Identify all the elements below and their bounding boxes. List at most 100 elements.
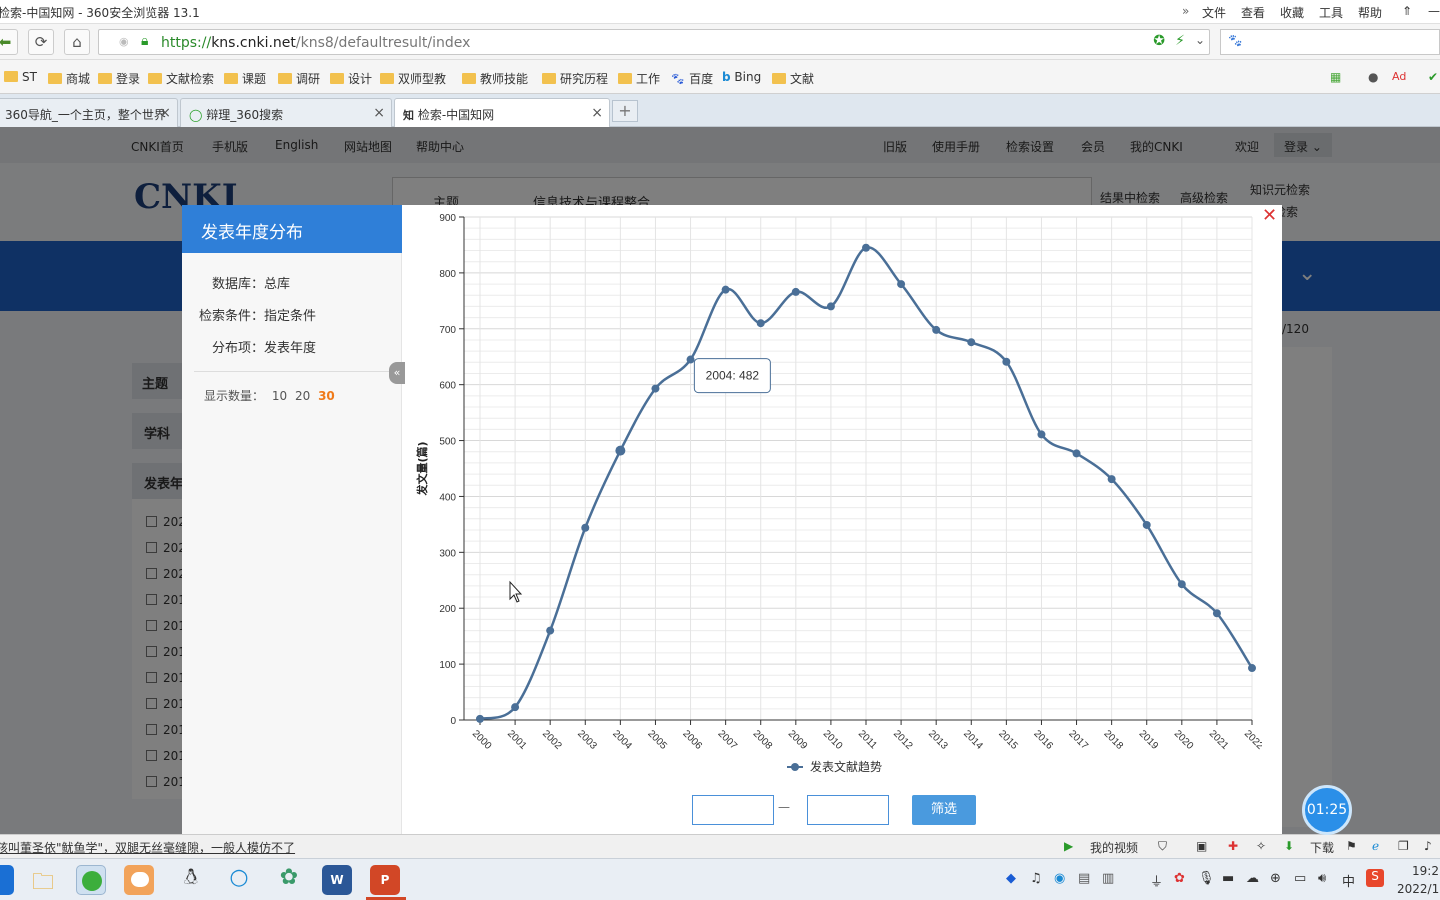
- refresh-button[interactable]: ⟳: [28, 29, 54, 55]
- my-video-link[interactable]: 我的视频: [1090, 839, 1138, 856]
- data-point: [1072, 449, 1081, 458]
- download-icon[interactable]: ⬇: [1284, 839, 1294, 853]
- sogou-icon[interactable]: S: [1366, 869, 1384, 887]
- tray-icon[interactable]: ◉: [1054, 871, 1065, 886]
- ime-icon[interactable]: 中: [1342, 871, 1355, 890]
- 360browser-icon[interactable]: [76, 865, 106, 895]
- menu-favorites[interactable]: 收藏: [1280, 4, 1304, 21]
- pdf-icon[interactable]: Ad: [1392, 70, 1406, 83]
- more-icon[interactable]: »: [1182, 4, 1189, 18]
- powerpoint-icon[interactable]: P: [370, 865, 400, 895]
- tab-cnki[interactable]: 知 检索-中国知网 ×: [394, 98, 610, 127]
- condition-row: 检索条件：指定条件: [198, 309, 317, 324]
- bookmark-item[interactable]: 调研: [278, 70, 320, 87]
- image-icon[interactable]: ▣: [1196, 839, 1207, 853]
- qq-icon[interactable]: 🐧︎: [176, 865, 206, 895]
- pin-icon[interactable]: ⇑: [1402, 4, 1412, 18]
- tools-icon[interactable]: ✧: [1256, 839, 1266, 853]
- apps-icon[interactable]: ▦: [1330, 70, 1341, 84]
- url-text[interactable]: https://kns.cnki.net/kns8/defaultresult/…: [161, 35, 470, 51]
- shield-icon[interactable]: ⛉: [1158, 839, 1167, 854]
- tiktok-icon[interactable]: ♫: [1030, 871, 1042, 886]
- tab-360nav[interactable]: 360导航_一个主页，整个世界 ×: [0, 98, 178, 127]
- monitor-icon[interactable]: ▭: [1294, 871, 1306, 886]
- bookmark-item[interactable]: 🐾︎ 百度: [670, 70, 713, 87]
- data-point: [897, 280, 906, 289]
- ie-icon[interactable]: ℯ: [1372, 839, 1379, 853]
- menu-tools[interactable]: 工具: [1319, 4, 1343, 21]
- speed-icon[interactable]: ⚡: [1175, 33, 1185, 49]
- filter-button[interactable]: 筛选: [912, 795, 976, 825]
- app-icon[interactable]: ✿: [274, 865, 304, 895]
- search-input[interactable]: 🐾︎: [1220, 29, 1440, 55]
- clock-time[interactable]: 19:2: [1412, 864, 1439, 878]
- close-icon[interactable]: ✕: [1262, 205, 1277, 226]
- speaker-icon[interactable]: ♪: [1424, 839, 1432, 853]
- flag-icon[interactable]: ⚑: [1346, 839, 1357, 853]
- end-year-input[interactable]: [807, 795, 889, 825]
- usb-icon[interactable]: ⏚: [1150, 871, 1163, 890]
- network-icon[interactable]: ⊕: [1270, 871, 1281, 886]
- plus-icon[interactable]: ✚: [1228, 839, 1238, 853]
- bookmark-item[interactable]: 课题: [224, 70, 266, 87]
- bookmark-item[interactable]: 教师技能: [462, 70, 528, 87]
- new-tab-button[interactable]: +: [612, 100, 638, 122]
- count-option-10[interactable]: 10: [272, 389, 287, 403]
- url-bar[interactable]: ◉ 🔒︎ https://kns.cnki.net/kns8/defaultre…: [98, 29, 1210, 55]
- clock-date[interactable]: 2022/1: [1397, 882, 1439, 896]
- cloud-icon[interactable]: ☁: [1246, 871, 1259, 886]
- bookmark-item[interactable]: ST: [4, 70, 37, 84]
- check-icon[interactable]: ✔: [1428, 70, 1438, 84]
- close-tab-icon[interactable]: ×: [159, 105, 171, 121]
- y-tick-label: 300: [439, 548, 456, 559]
- file-explorer-icon[interactable]: 🗀︎: [28, 865, 58, 895]
- start-year-input[interactable]: [692, 795, 774, 825]
- tray-icon[interactable]: ◆: [1006, 871, 1016, 886]
- x-tick-label: 2012: [891, 728, 915, 752]
- recording-timer[interactable]: 01:25: [1302, 785, 1352, 835]
- window-icon[interactable]: ❐: [1398, 839, 1409, 853]
- security-icon[interactable]: ✪: [1153, 33, 1165, 49]
- search-icon[interactable]: ○: [224, 865, 254, 895]
- x-tick-label: 2016: [1031, 728, 1055, 752]
- cnki-favicon: 知: [403, 109, 414, 122]
- menu-view[interactable]: 查看: [1241, 4, 1265, 21]
- home-button[interactable]: ⌂: [64, 29, 90, 55]
- count-option-30[interactable]: 30: [318, 389, 335, 403]
- tab-360search[interactable]: ◯ 辩理_360搜索 ×: [180, 98, 392, 127]
- minimize-icon[interactable]: —: [1428, 4, 1440, 18]
- distribution-item-row: 分布项：发表年度: [211, 341, 317, 356]
- bookmark-item[interactable]: 研究历程: [542, 70, 608, 87]
- close-tab-icon[interactable]: ×: [373, 105, 385, 121]
- bookmark-item[interactable]: 设计: [330, 70, 372, 87]
- tray-icon[interactable]: ▤: [1078, 871, 1090, 886]
- download-link[interactable]: 下载: [1310, 839, 1334, 856]
- bookmark-item[interactable]: b Bing: [722, 70, 761, 84]
- x-tick-label: 2011: [856, 728, 879, 751]
- windows-taskbar: 🗀︎ 🐧︎ ○ ✿ W P ◆ ♫ ◉ ▤ ▥ ⏚ ✿ 🎙︎ ▬ ☁ ⊕ ▭ 🔊…: [0, 858, 1440, 900]
- bookmark-item[interactable]: 文献检索: [148, 70, 214, 87]
- close-tab-icon[interactable]: ×: [591, 105, 603, 121]
- bookmark-item[interactable]: 文献: [772, 70, 814, 87]
- folder-icon: [48, 73, 62, 84]
- bookmark-item[interactable]: 商城: [48, 70, 90, 87]
- extension-icon[interactable]: ●: [1368, 70, 1378, 84]
- tab-strip: 360导航_一个主页，整个世界 × ◯ 辩理_360搜索 × 知 检索-中国知网 × …: [0, 94, 1440, 127]
- mic-icon[interactable]: 🎙︎: [1198, 871, 1215, 886]
- news-ticker-link[interactable]: 孩叫董圣依"鱿鱼学"，双腿无丝毫缝隙，一般人模仿不了: [0, 839, 295, 856]
- back-button[interactable]: ⬅: [0, 29, 18, 55]
- tray-icon[interactable]: ▥: [1102, 871, 1114, 886]
- dropdown-icon[interactable]: ⌄: [1195, 33, 1205, 47]
- bookmark-item[interactable]: 工作: [618, 70, 660, 87]
- tray-icon[interactable]: ✿: [1174, 871, 1185, 886]
- menu-file[interactable]: 文件: [1202, 4, 1226, 21]
- start-button[interactable]: [0, 865, 14, 895]
- bookmark-item[interactable]: 双师型教: [380, 70, 446, 87]
- bookmark-item[interactable]: 登录: [98, 70, 140, 87]
- wechat-icon[interactable]: [124, 865, 154, 895]
- word-icon[interactable]: W: [322, 865, 352, 895]
- count-option-20[interactable]: 20: [295, 389, 310, 403]
- menu-help[interactable]: 帮助: [1358, 4, 1382, 21]
- tray-icon[interactable]: ▬: [1222, 871, 1234, 886]
- volume-icon[interactable]: 🔊︎: [1318, 871, 1326, 886]
